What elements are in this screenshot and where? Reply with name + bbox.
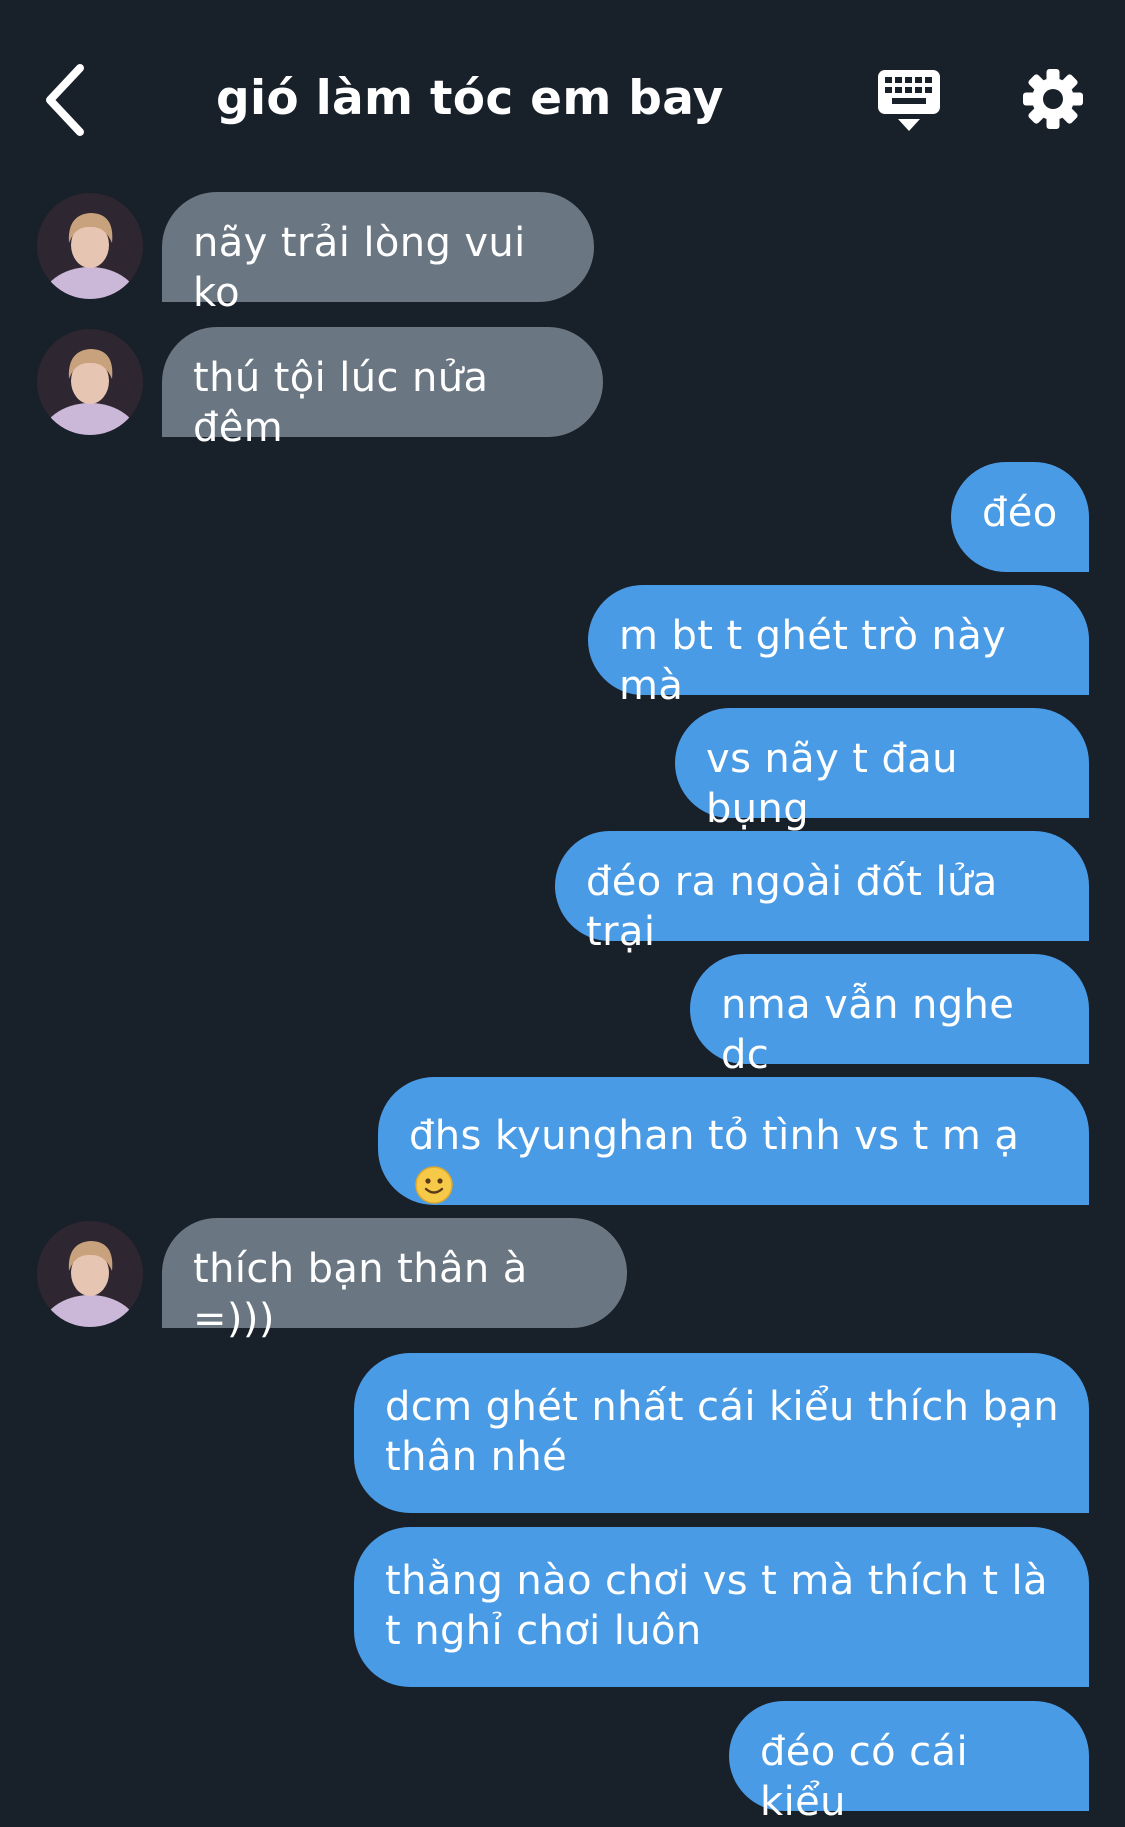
chat-header: gió làm tóc em bay	[0, 0, 1125, 190]
message-text: nma vẫn nghe dc	[721, 982, 1015, 1078]
message-bubble-incoming: thích bạn thân à =)))	[162, 1218, 627, 1342]
keyboard-button[interactable]	[874, 68, 944, 134]
message-text: nãy trải lòng vui ko	[193, 220, 526, 316]
message-text: đéo	[982, 490, 1058, 536]
message-bubble-outgoing: đéo có cái kiểu	[729, 1701, 1089, 1825]
smile-icon	[415, 1166, 453, 1204]
avatar[interactable]	[37, 193, 143, 299]
message-text: đéo ra ngoài đốt lửa trại	[586, 859, 998, 955]
back-button[interactable]	[40, 62, 100, 138]
message-text: thích bạn thân à =)))	[193, 1246, 528, 1342]
message-bubble-outgoing: đhs kyunghan tỏ tình vs t m ạ	[378, 1077, 1089, 1205]
message-bubble-outgoing: đéo ra ngoài đốt lửa trại	[555, 831, 1089, 955]
message-text: đhs kyunghan tỏ tình vs t m ạ	[409, 1113, 1020, 1159]
avatar-photo	[37, 1221, 143, 1327]
chevron-left-icon	[46, 64, 84, 136]
message-bubble-outgoing: nma vẫn nghe dc	[690, 954, 1089, 1078]
message-text: thằng nào chơi vs t mà thích t là t nghỉ…	[385, 1558, 1048, 1654]
gear-icon	[1023, 69, 1083, 129]
avatar[interactable]	[37, 1221, 143, 1327]
message-bubble-outgoing: thằng nào chơi vs t mà thích t là t nghỉ…	[354, 1527, 1089, 1687]
message-bubble-outgoing: dcm ghét nhất cái kiểu thích bạn thân nh…	[354, 1353, 1089, 1513]
message-text: dcm ghét nhất cái kiểu thích bạn thân nh…	[385, 1384, 1059, 1480]
message-bubble-outgoing: vs nãy t đau bụng	[675, 708, 1089, 832]
avatar-photo	[37, 193, 143, 299]
message-text: vs nãy t đau bụng	[706, 736, 958, 832]
message-bubble-incoming: thú tội lúc nửa đêm	[162, 327, 603, 451]
message-bubble-outgoing: đéo	[951, 462, 1089, 572]
message-bubble-incoming: nãy trải lòng vui ko	[162, 192, 594, 316]
message-text: m bt t ghét trò này mà	[619, 613, 1007, 709]
message-text: đéo có cái kiểu	[760, 1729, 968, 1825]
settings-button[interactable]	[1022, 68, 1084, 130]
chat-title: gió làm tóc em bay	[216, 71, 724, 126]
keyboard-icon	[878, 70, 940, 131]
message-text: thú tội lúc nửa đêm	[193, 355, 489, 451]
avatar-photo	[37, 329, 143, 435]
message-bubble-outgoing: m bt t ghét trò này mà	[588, 585, 1089, 709]
smiling-face-emoji	[415, 1166, 453, 1216]
avatar[interactable]	[37, 329, 143, 435]
